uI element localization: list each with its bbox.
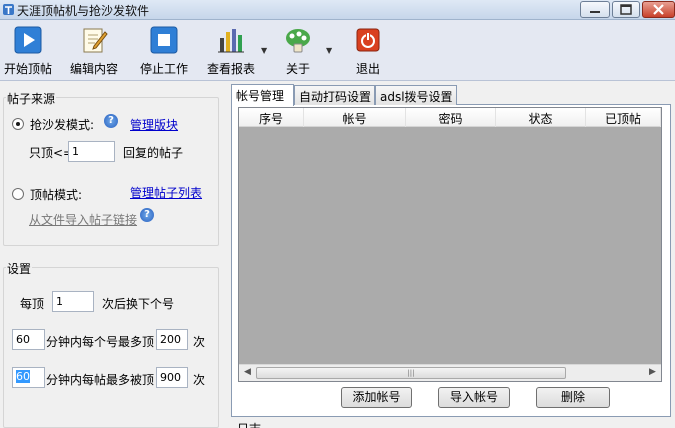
switch-account-label: 次后换下个号 [102, 297, 175, 311]
start-top-button[interactable]: 开始顶帖 [2, 23, 54, 79]
table-header: 序号 帐号 密码 状态 已顶帖 [239, 108, 661, 127]
stop-work-button[interactable]: 停止工作 [136, 23, 192, 79]
sofa-mode-radio[interactable] [12, 118, 24, 130]
settings-title: 设置 [6, 260, 33, 277]
play-icon [14, 26, 42, 54]
column-header-status[interactable]: 状态 [496, 108, 586, 127]
toolbar-label: 编辑内容 [69, 62, 118, 76]
per-top-label: 每顶 [20, 297, 45, 311]
manage-post-list-link[interactable]: 管理帖子列表 [130, 184, 202, 201]
times-label: 次 [193, 335, 206, 349]
import-post-links-link[interactable]: 从文件导入帖子链接 [29, 211, 137, 228]
reply-post-label: 回复的帖子 [123, 146, 184, 160]
tab-auto-captcha[interactable]: 自动打码设置 [294, 85, 375, 105]
close-icon [653, 4, 664, 15]
column-header-account[interactable]: 帐号 [304, 108, 406, 127]
toolbar-label: 退出 [355, 62, 380, 76]
post-source-title: 帖子来源 [6, 90, 57, 107]
add-account-button[interactable]: 添加帐号 [341, 387, 412, 408]
tab-label: adsl拨号设置 [380, 90, 453, 104]
top-mode-radio[interactable] [12, 188, 24, 200]
horizontal-scrollbar[interactable]: ◀ ||| ▶ [239, 364, 661, 381]
scroll-thumb[interactable]: ||| [256, 367, 566, 379]
about-dropdown-icon[interactable]: ▼ [326, 46, 332, 55]
title-bar: 天涯顶帖机与抢沙发软件 [0, 0, 675, 20]
max-per-post-input[interactable] [156, 367, 188, 388]
minimize-button[interactable] [580, 1, 610, 18]
edit-content-button[interactable]: 编辑内容 [66, 23, 122, 79]
per-top-input[interactable] [52, 291, 94, 312]
exit-icon [356, 28, 380, 52]
scroll-right-icon[interactable]: ▶ [649, 367, 656, 377]
minutes-per-account-input[interactable] [12, 329, 45, 350]
max-per-account-input[interactable] [156, 329, 188, 350]
only-top-input[interactable] [68, 141, 115, 162]
about-icon [286, 29, 310, 53]
times-label: 次 [193, 373, 206, 387]
maximize-button[interactable] [612, 1, 640, 18]
minimize-icon [590, 11, 600, 13]
max-per-post-label: 分钟内每帖最多被顶 [46, 373, 155, 387]
toolbar-label: 关于 [285, 62, 310, 76]
close-button[interactable] [642, 1, 675, 18]
column-header-index[interactable]: 序号 [239, 108, 304, 127]
window-title: 天涯顶帖机与抢沙发软件 [17, 4, 150, 18]
delete-button[interactable]: 删除 [536, 387, 610, 408]
help-icon[interactable]: ? [140, 208, 154, 222]
toolbar-label: 开始顶帖 [3, 62, 52, 76]
tab-label: 自动打码设置 [299, 90, 372, 104]
account-table[interactable]: 序号 帐号 密码 状态 已顶帖 ◀ ||| ▶ [238, 107, 662, 382]
exit-button[interactable]: 退出 [348, 23, 388, 79]
tab-label: 帐号管理 [236, 89, 285, 103]
edit-icon [83, 28, 108, 53]
manage-board-link[interactable]: 管理版块 [130, 116, 178, 133]
max-per-account-label: 分钟内每个号最多顶 [46, 335, 155, 349]
app-icon [3, 4, 14, 15]
column-header-password[interactable]: 密码 [406, 108, 496, 127]
toolbar: 开始顶帖 编辑内容 停止工作 查看报表 ▼ 关于 ▼ 退出 [0, 20, 675, 81]
log-label: 日志 [237, 420, 261, 428]
view-report-button[interactable]: 查看报表 [204, 23, 258, 79]
toolbar-label: 停止工作 [139, 62, 188, 76]
tab-adsl-dialup[interactable]: adsl拨号设置 [375, 85, 457, 105]
maximize-icon [620, 4, 632, 15]
toolbar-label: 查看报表 [206, 62, 255, 76]
only-top-label: 只顶<= [29, 146, 74, 160]
help-icon[interactable]: ? [104, 114, 118, 128]
tab-account-management[interactable]: 帐号管理 [231, 84, 294, 106]
import-account-button[interactable]: 导入帐号 [438, 387, 510, 408]
minutes-per-post-input[interactable]: 60 [12, 367, 45, 388]
report-dropdown-icon[interactable]: ▼ [261, 46, 267, 55]
about-button[interactable]: 关于 [278, 23, 318, 79]
stop-icon [150, 26, 178, 54]
column-header-topped[interactable]: 已顶帖 [586, 108, 661, 127]
report-icon [218, 29, 244, 53]
sofa-mode-label: 抢沙发模式: [30, 118, 95, 132]
scroll-left-icon[interactable]: ◀ [244, 367, 251, 377]
top-mode-label: 顶帖模式: [30, 188, 83, 202]
